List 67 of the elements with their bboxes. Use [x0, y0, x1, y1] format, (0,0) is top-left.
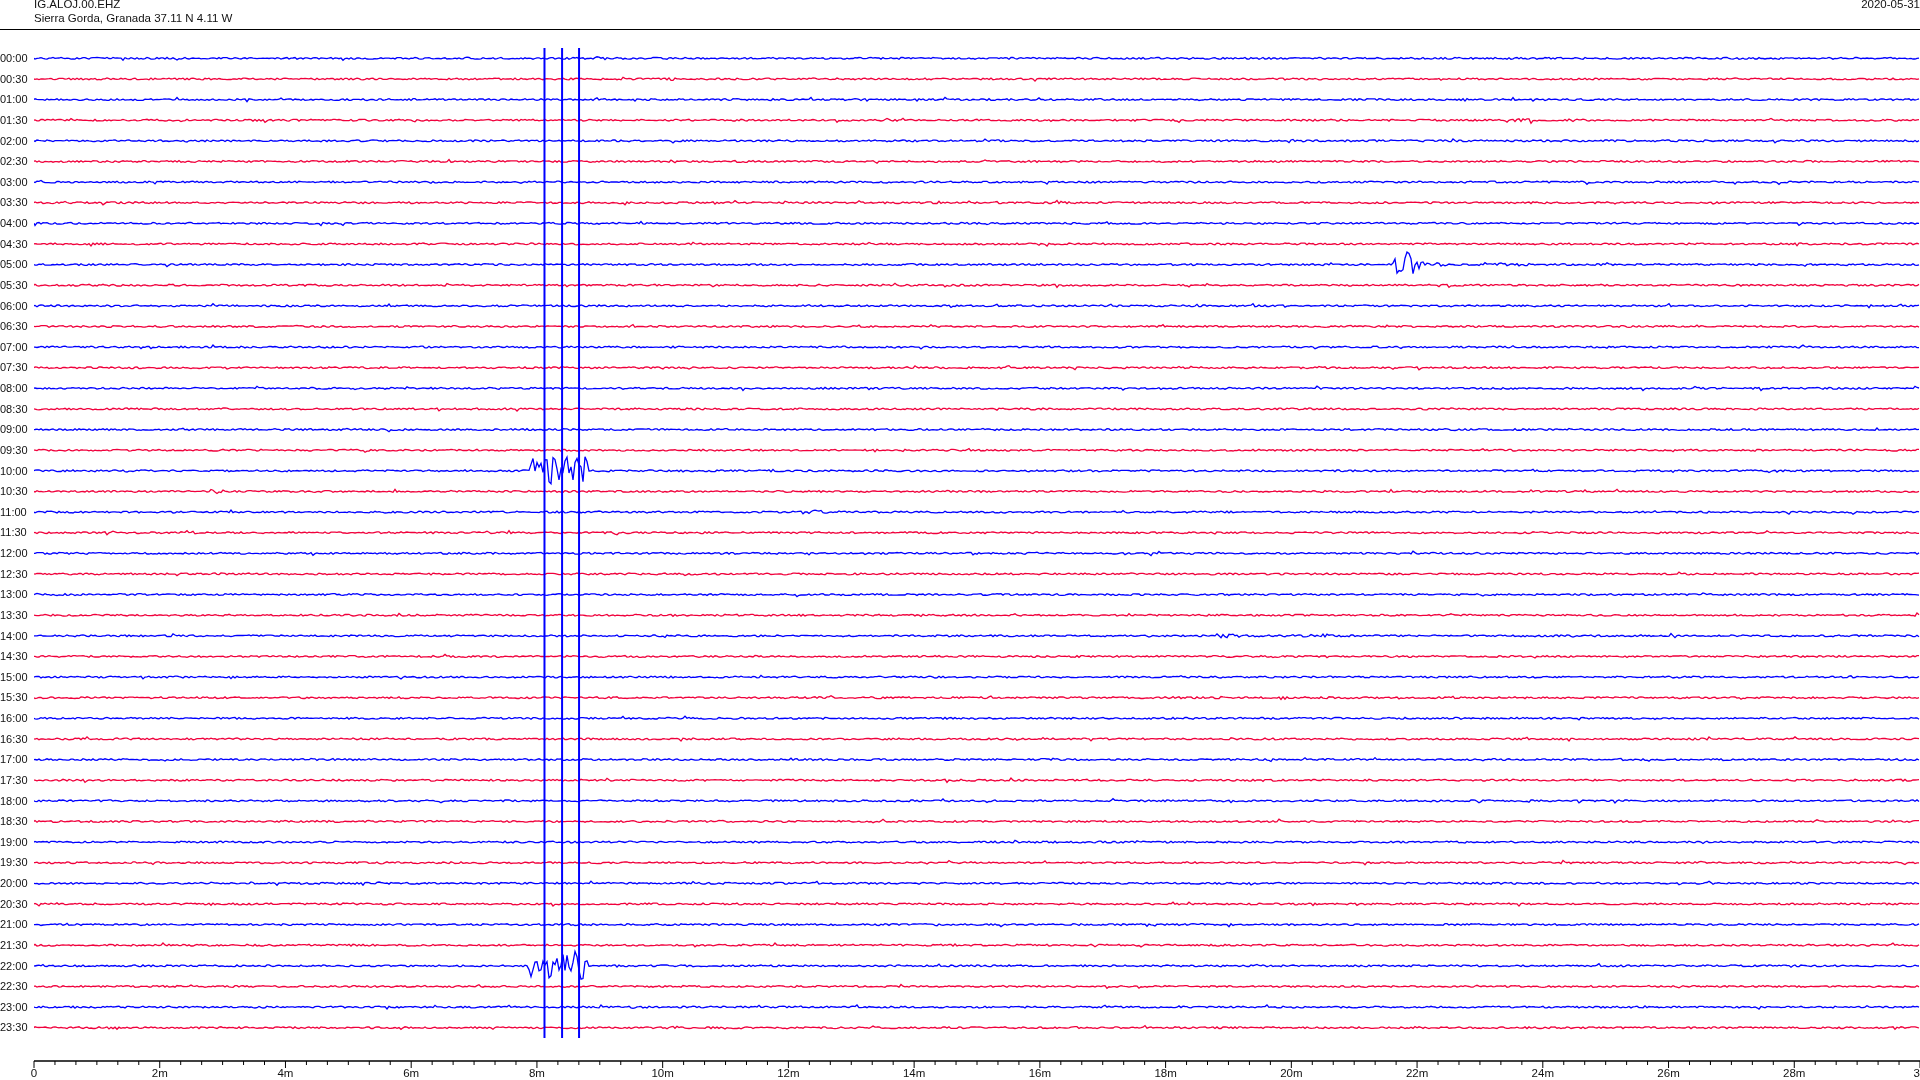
row-time-label: 07:00: [0, 339, 29, 355]
plot-date: 2020-05-31: [1861, 0, 1920, 12]
row-time-label: 13:30: [0, 607, 29, 623]
row-time-label: 07:30: [0, 360, 29, 376]
axis-tick-label: 28m: [1783, 1067, 1806, 1079]
row-time-label: 23:00: [0, 999, 29, 1015]
row-time-label: 06:30: [0, 319, 29, 335]
row-time-label: 18:00: [0, 793, 29, 809]
axis-tick-label: 12m: [777, 1067, 800, 1079]
row-time-label: 02:00: [0, 133, 29, 149]
axis-tick-label: 18m: [1154, 1067, 1177, 1079]
row-time-label: 15:30: [0, 690, 29, 706]
row-time-label: 11:00: [0, 504, 28, 520]
axis-tick-label: 8m: [528, 1067, 545, 1079]
row-time-label: 20:00: [0, 876, 29, 891]
row-time-label: 21:00: [0, 917, 29, 933]
station-code: IG.ALOJ.00.EHZ: [34, 0, 122, 11]
axis-tick-label: 16m: [1028, 1067, 1052, 1079]
row-time-label: 09:30: [0, 442, 29, 458]
row-time-label: 01:30: [0, 112, 29, 128]
row-time-label: 09:00: [0, 422, 29, 438]
row-time-label: 23:30: [0, 1020, 29, 1036]
axis-tick-label: 22m: [1405, 1067, 1429, 1079]
row-time-label: 22:00: [0, 958, 29, 974]
row-time-label: 10:00: [0, 463, 29, 479]
row-time-label: 14:00: [0, 628, 29, 644]
axis-tick-label: 26m: [1657, 1067, 1680, 1079]
row-time-label: 04:30: [0, 236, 29, 252]
row-time-label: 19:30: [0, 855, 29, 871]
axis-tick-label: 3: [1913, 1067, 1920, 1079]
axis-tick-label: 4m: [277, 1067, 294, 1079]
row-time-label: 14:30: [0, 649, 29, 665]
row-time-label: 05:30: [0, 277, 29, 293]
row-time-label: 02:30: [0, 154, 29, 170]
row-time-label: 00:00: [0, 51, 29, 66]
row-time-label: 15:00: [0, 669, 29, 685]
station-location: Sierra Gorda, Granada 37.11 N 4.11 W: [34, 11, 233, 25]
row-time-label: 00:30: [0, 71, 29, 87]
row-time-label: 20:30: [0, 896, 29, 912]
axis-tick-label: 10m: [651, 1067, 674, 1079]
axis-tick-label: 2m: [151, 1067, 168, 1079]
axis-tick-label: 14m: [902, 1067, 926, 1079]
row-time-label: 17:00: [0, 752, 29, 768]
row-time-label: 04:00: [0, 216, 29, 231]
row-time-label: 17:30: [0, 772, 29, 788]
row-time-label: 16:00: [0, 711, 29, 726]
axis-tick-label: 6m: [403, 1067, 420, 1079]
row-time-label: 22:30: [0, 979, 29, 995]
row-time-label: 19:00: [0, 834, 29, 850]
row-time-label: 11:30: [0, 525, 28, 541]
row-time-label: 05:00: [0, 257, 29, 273]
axis-tick-label: 0: [30, 1067, 38, 1079]
row-time-label: 06:00: [0, 298, 29, 314]
row-time-label: 03:00: [0, 174, 29, 190]
row-time-label: 13:00: [0, 587, 29, 603]
row-time-label: 12:30: [0, 566, 29, 582]
row-time-label: 10:30: [0, 484, 29, 500]
row-time-label: 03:30: [0, 195, 29, 211]
row-time-label: 08:00: [0, 381, 29, 396]
row-time-label: 01:00: [0, 92, 29, 108]
row-time-label: 12:00: [0, 546, 29, 561]
axis-tick-label: 24m: [1531, 1067, 1554, 1079]
row-time-label: 08:30: [0, 401, 29, 417]
axis-tick-label: 20m: [1280, 1067, 1303, 1079]
row-time-label: 18:30: [0, 814, 29, 830]
row-time-label: 16:30: [0, 731, 29, 747]
row-time-label: 21:30: [0, 937, 29, 953]
